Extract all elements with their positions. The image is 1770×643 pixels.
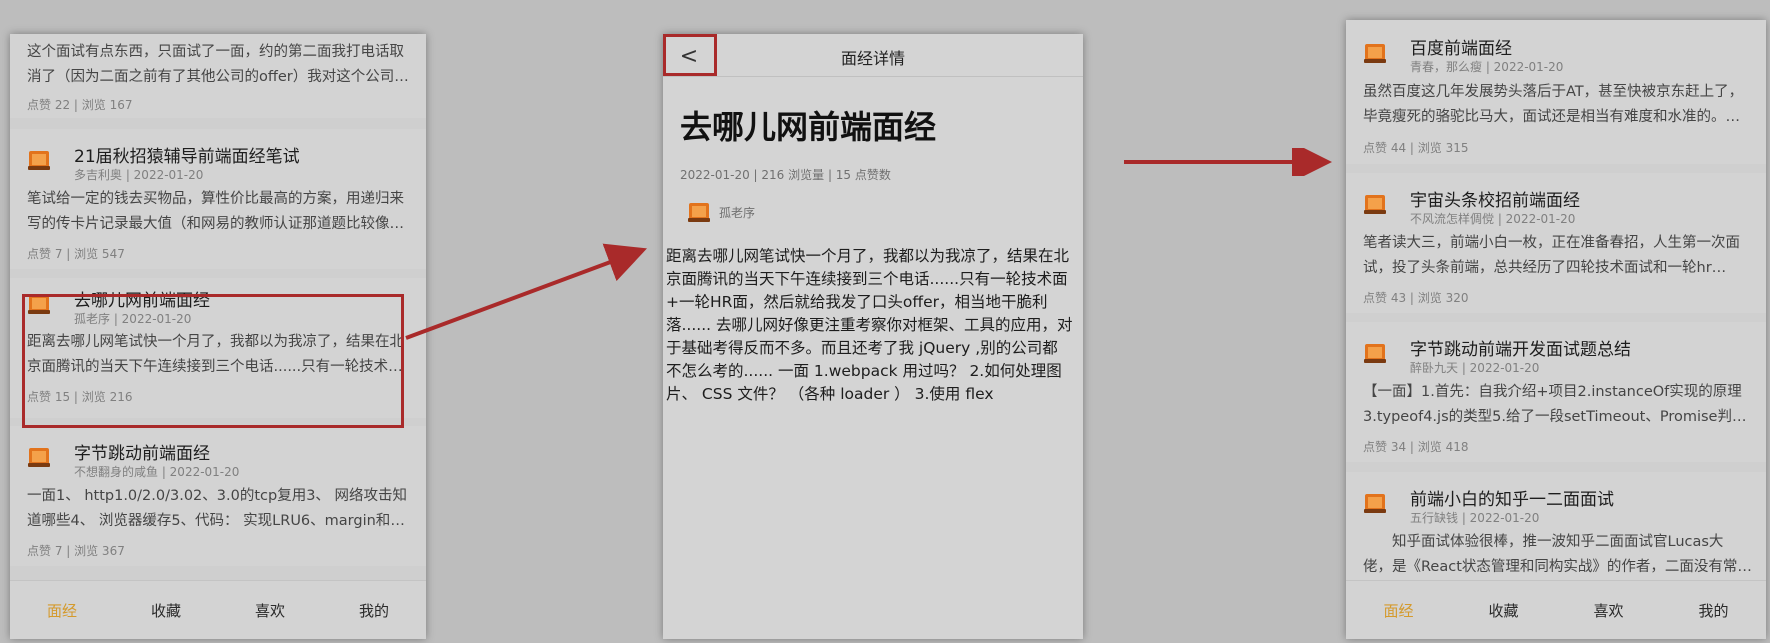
item-meta: 醉卧九天 | 2022-01-20 — [1410, 361, 1540, 375]
back-button-highlight — [663, 34, 717, 76]
item-summary: 一面1、 http1.0/2.0/3.02、3.0的tcp复用3、 网络攻击知道… — [27, 488, 408, 529]
list-item[interactable]: 21届秋招猿辅导前端面经笔试 多吉利奥 | 2022-01-20 笔试给一定的钱… — [10, 129, 426, 269]
arrow-to-detail — [405, 243, 647, 340]
list-item[interactable]: 字节跳动前端开发面试题总结 醉卧九天 | 2022-01-20 【一面】1.首先… — [1346, 322, 1766, 462]
list-item[interactable]: 字节跳动前端面经 不想翻身的咸鱼 | 2022-01-20 一面1、 http1… — [10, 426, 426, 566]
book-icon — [1364, 195, 1386, 214]
article-content: 距离去哪儿网笔试快一个月了，我都以为我凉了，结果在北京面腾讯的当天下午连续接到三… — [666, 247, 1073, 403]
book-icon — [28, 448, 50, 467]
item-stats: 点赞 34 | 浏览 418 — [1363, 440, 1469, 454]
article-author: 孤老序 — [719, 206, 756, 220]
item-meta: 不风流怎样倜傥 | 2022-01-20 — [1410, 212, 1576, 226]
list-item[interactable]: 宇宙头条校招前端面经 不风流怎样倜傥 | 2022-01-20 笔者读大三，前端… — [1346, 173, 1766, 313]
tab-mine[interactable]: 我的 — [1698, 600, 1728, 621]
tab-mianjing[interactable]: 面经 — [1383, 600, 1413, 621]
item-stats: 点赞 43 | 浏览 320 — [1363, 291, 1469, 305]
list-item[interactable]: 百度前端面经 青春，那么瘦 | 2022-01-20 虽然百度这几年发展势头落后… — [1346, 20, 1766, 164]
item-stats: 点赞 44 | 浏览 315 — [1363, 141, 1469, 155]
tab-likes[interactable]: 喜欢 — [255, 600, 285, 621]
item-stats: 点赞 22 | 浏览 167 — [27, 98, 133, 112]
tab-bar: 面经 收藏 喜欢 我的 — [10, 580, 426, 639]
item-summary: 笔者读大三，前端小白一枚，正在准备春招，人生第一次面试，投了头条前端，总共经历了… — [1363, 235, 1740, 276]
tab-mianjing[interactable]: 面经 — [47, 600, 77, 621]
item-title: 宇宙头条校招前端面经 — [1410, 191, 1580, 211]
item-meta: 多吉利奥 | 2022-01-20 — [74, 168, 204, 182]
tab-bar: 面经 收藏 喜欢 我的 — [1346, 580, 1766, 639]
tab-likes[interactable]: 喜欢 — [1593, 600, 1623, 621]
item-title: 百度前端面经 — [1410, 39, 1512, 59]
item-stats: 点赞 7 | 浏览 367 — [27, 544, 125, 558]
book-icon — [1364, 494, 1386, 513]
item-title: 前端小白的知乎一二面面试 — [1410, 490, 1614, 510]
book-icon — [1364, 344, 1386, 363]
book-icon — [1364, 44, 1386, 63]
item-title: 字节跳动前端开发面试题总结 — [1410, 340, 1631, 360]
article-meta: 2022-01-20 | 216 浏览量 | 15 点赞数 — [680, 168, 891, 182]
item-summary: 虽然百度这几年发展势头落后于AT，甚至快被京东赶上了，毕竟瘦死的骆驼比马大，面试… — [1363, 84, 1744, 125]
book-icon — [688, 203, 710, 222]
item-summary: 知乎面试体验很棒，推一波知乎二面面试官Lucas大佬，是《React状态管理和同… — [1363, 534, 1752, 575]
tab-mine[interactable]: 我的 — [359, 600, 389, 621]
detail-screen: < 面经详情 去哪儿网前端面经 2022-01-20 | 216 浏览量 | 1… — [663, 34, 1083, 639]
item-meta: 五行缺钱 | 2022-01-20 — [1410, 511, 1540, 525]
list-item[interactable]: 前端小白的知乎一二面面试 五行缺钱 | 2022-01-20 知乎面试体验很棒，… — [1346, 472, 1766, 582]
detail-header: < 面经详情 — [663, 34, 1083, 77]
tab-favorites[interactable]: 收藏 — [151, 600, 181, 621]
item-meta: 青春，那么瘦 | 2022-01-20 — [1410, 60, 1564, 74]
item-stats: 点赞 7 | 浏览 547 — [27, 247, 125, 261]
list-screen-right: 百度前端面经 青春，那么瘦 | 2022-01-20 虽然百度这几年发展势头落后… — [1346, 20, 1766, 639]
item-meta: 不想翻身的咸鱼 | 2022-01-20 — [74, 465, 240, 479]
selected-item-highlight — [22, 294, 404, 428]
list-item[interactable]: 这个面试有点东西，只面试了一面，约的第二面我打电话取消了（因为二面之前有了其他公… — [10, 34, 426, 118]
tab-favorites[interactable]: 收藏 — [1488, 600, 1518, 621]
book-icon — [28, 151, 50, 170]
item-title: 字节跳动前端面经 — [74, 444, 210, 464]
item-title: 21届秋招猿辅导前端面经笔试 — [74, 147, 300, 167]
item-summary: 【一面】1.首先：自我介绍+项目2.instanceOf实现的原理3.typeo… — [1363, 384, 1747, 425]
article-title: 去哪儿网前端面经 — [680, 108, 937, 146]
item-summary: 笔试给一定的钱去买物品，算性价比最高的方案，用递归来写的传卡片记录最大值（和网易… — [27, 191, 404, 232]
detail-header-title: 面经详情 — [840, 49, 905, 68]
item-summary: 这个面试有点东西，只面试了一面，约的第二面我打电话取消了（因为二面之前有了其他公… — [27, 44, 409, 85]
arrow-to-list — [1124, 148, 1332, 176]
